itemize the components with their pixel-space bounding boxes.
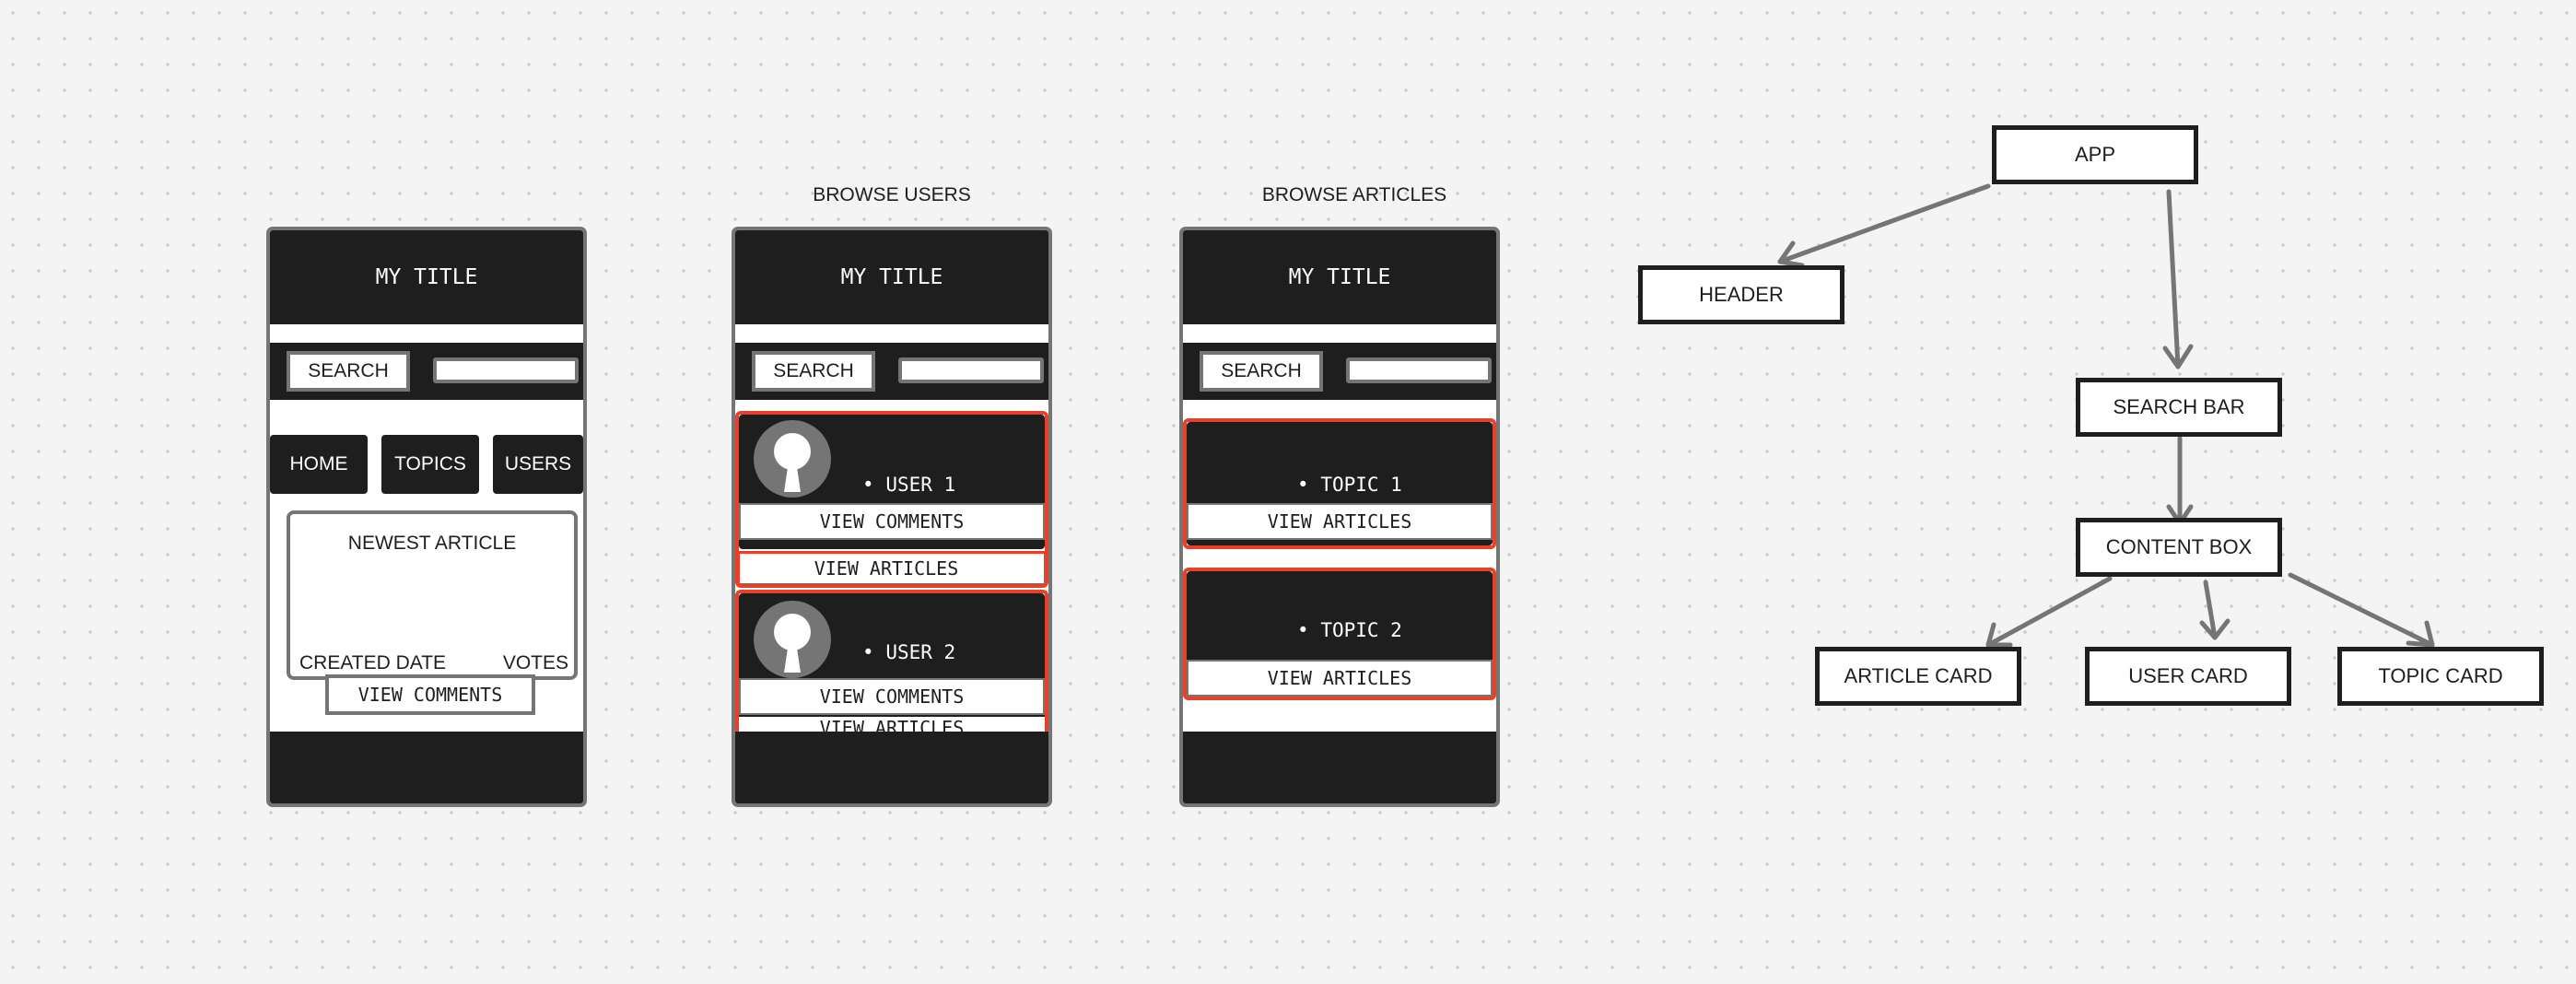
view-articles-button[interactable]: VIEW ARTICLES bbox=[1187, 503, 1493, 540]
view-comments-button[interactable]: VIEW COMMENTS bbox=[739, 503, 1045, 540]
arrow-contentbox-articlecard bbox=[1985, 576, 2113, 648]
arrow-app-searchbar bbox=[2166, 189, 2181, 369]
search-bar: SEARCH bbox=[735, 343, 1048, 400]
view-articles-button[interactable]: VIEW ARTICLES bbox=[737, 551, 1047, 586]
node-user-card: USER CARD bbox=[2085, 647, 2291, 706]
topic-card-body bbox=[1187, 571, 1493, 663]
browse-users-caption: BROWSE USERS bbox=[813, 184, 971, 205]
arrowhead-searchbar bbox=[2162, 344, 2194, 369]
topic-label: • TOPIC 2 bbox=[1297, 619, 1402, 641]
nav-topics-button[interactable]: TOPICS bbox=[381, 435, 479, 494]
home-wireframe: MY TITLE SEARCH HOME TOPICS USERS NEWEST… bbox=[266, 227, 587, 807]
footer bbox=[1183, 732, 1496, 803]
browse-users-wireframe: MY TITLE SEARCH • USER 1 VIEW COMMENTS V… bbox=[732, 227, 1052, 807]
view-articles-button[interactable]: VIEW ARTICLES bbox=[1187, 660, 1493, 697]
page-title: MY TITLE bbox=[270, 230, 583, 324]
node-app: APP bbox=[1992, 125, 2198, 184]
user-name: USER 1 bbox=[885, 474, 956, 496]
user-label: • USER 1 bbox=[862, 474, 955, 496]
search-bar: SEARCH bbox=[270, 343, 583, 400]
node-topic-card: TOPIC CARD bbox=[2337, 647, 2544, 706]
search-button[interactable]: SEARCH bbox=[287, 351, 410, 392]
arrow-contentbox-usercard bbox=[2203, 580, 2218, 640]
footer bbox=[735, 732, 1048, 803]
user-label: • USER 2 bbox=[862, 641, 955, 663]
bullet-icon: • bbox=[1297, 619, 1309, 641]
arrowhead-articlecard bbox=[1985, 622, 2013, 648]
topic-card: • TOPIC 2 VIEW ARTICLES bbox=[1183, 568, 1496, 700]
arrowhead-topiccard bbox=[2406, 620, 2435, 648]
node-article-card: ARTICLE CARD bbox=[1815, 647, 2021, 706]
arrowhead-header bbox=[1777, 240, 1805, 268]
nav-home-button[interactable]: HOME bbox=[270, 435, 368, 494]
view-comments-button[interactable]: VIEW COMMENTS bbox=[325, 674, 535, 715]
bullet-icon: • bbox=[1297, 474, 1309, 496]
user-card: • USER 2 VIEW COMMENTS VIEW ARTICLES bbox=[735, 590, 1048, 744]
topic-name: TOPIC 1 bbox=[1320, 474, 1402, 496]
node-search-bar: SEARCH BAR bbox=[2076, 378, 2282, 437]
node-content-box: CONTENT BOX bbox=[2076, 518, 2282, 577]
search-input[interactable] bbox=[1346, 357, 1492, 383]
article-card: NEWEST ARTICLE CREATED DATE VOTES bbox=[287, 510, 578, 680]
avatar-icon bbox=[754, 601, 831, 678]
topic-card: • TOPIC 1 VIEW ARTICLES bbox=[1183, 418, 1496, 549]
page-title: MY TITLE bbox=[1183, 230, 1496, 324]
article-heading: NEWEST ARTICLE bbox=[347, 533, 517, 554]
nav-users-button[interactable]: USERS bbox=[493, 435, 583, 494]
browse-articles-wireframe: MY TITLE SEARCH • TOPIC 1 VIEW ARTICLES … bbox=[1179, 227, 1500, 807]
search-input[interactable] bbox=[433, 357, 579, 383]
view-comments-button[interactable]: VIEW COMMENTS bbox=[739, 678, 1045, 715]
node-header: HEADER bbox=[1638, 265, 1844, 324]
search-button[interactable]: SEARCH bbox=[1200, 351, 1323, 392]
created-date-label: CREATED DATE bbox=[299, 652, 447, 674]
bullet-icon: • bbox=[862, 474, 874, 496]
search-button[interactable]: SEARCH bbox=[752, 351, 875, 392]
search-bar: SEARCH bbox=[1183, 343, 1496, 400]
page-title: MY TITLE bbox=[735, 230, 1048, 324]
user-card: • USER 1 VIEW COMMENTS VIEW ARTICLES bbox=[735, 411, 1048, 588]
avatar-icon bbox=[754, 420, 831, 498]
browse-articles-caption: BROWSE ARTICLES bbox=[1261, 184, 1447, 205]
search-input[interactable] bbox=[898, 357, 1044, 383]
footer bbox=[270, 732, 583, 803]
arrow-contentbox-topiccard bbox=[2288, 572, 2435, 648]
votes-label: VOTES bbox=[502, 652, 568, 674]
topic-name: TOPIC 2 bbox=[1320, 619, 1402, 641]
arrow-app-header bbox=[1777, 183, 1991, 264]
bullet-icon: • bbox=[862, 641, 874, 663]
user-name: USER 2 bbox=[885, 641, 956, 663]
topic-label: • TOPIC 1 bbox=[1297, 474, 1402, 496]
arrowhead-usercard bbox=[2199, 618, 2231, 640]
